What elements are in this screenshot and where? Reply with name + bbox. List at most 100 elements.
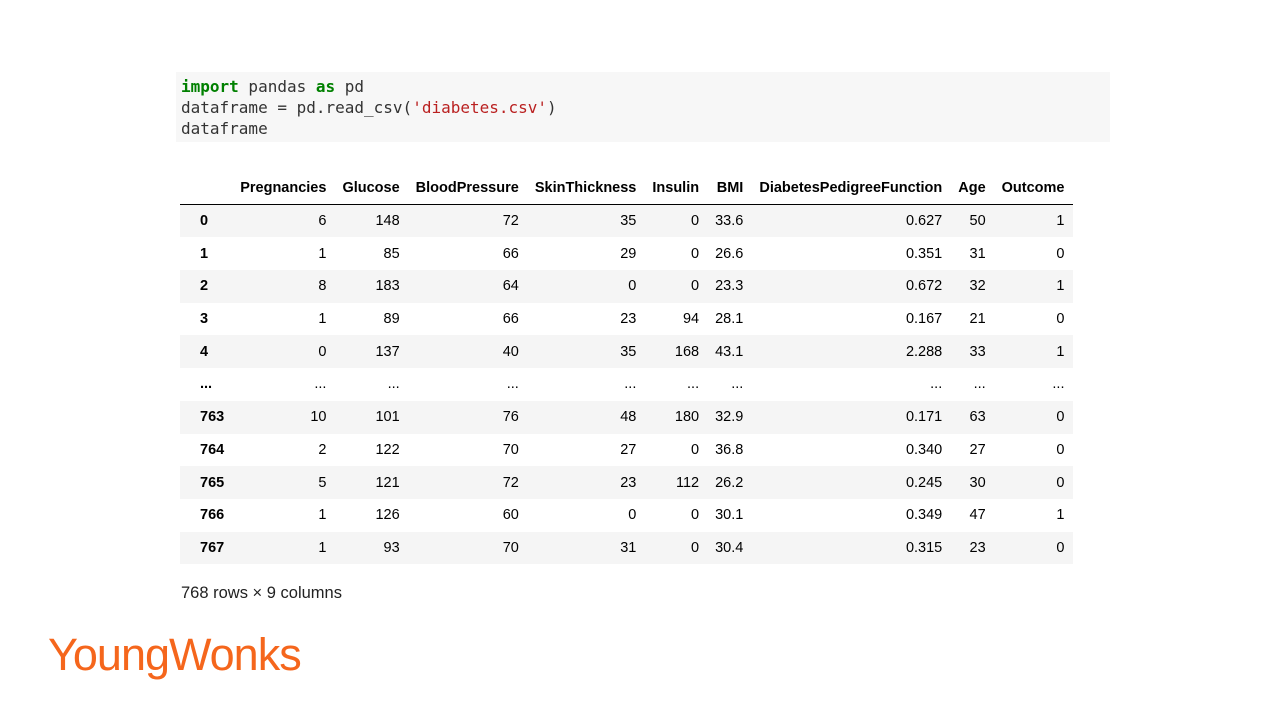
slide: import pandas as pd dataframe = pd.read_…	[0, 0, 1280, 720]
table-cell: 0	[691, 507, 700, 524]
table-cell: 32	[969, 278, 986, 295]
table-cell: ...	[624, 376, 637, 393]
table-cell: 27	[969, 441, 986, 458]
table-cell: 85	[383, 245, 400, 262]
table-cell: 60	[502, 507, 519, 524]
table-cell: 168	[674, 343, 700, 360]
table-cell: 180	[674, 409, 700, 426]
row-index: 767	[200, 539, 225, 556]
column-header: BloodPressure	[407, 172, 527, 206]
table-cell: 0	[1056, 474, 1065, 491]
table-cell: 0.672	[905, 278, 943, 295]
table-cell: 0	[691, 539, 700, 556]
table-cell: 0.245	[905, 474, 943, 491]
table-row: 763 10 101 76 48 180 32.9 0.171 63 0	[180, 400, 1073, 434]
table-cell: 72	[502, 474, 519, 491]
table-cell: 122	[375, 441, 400, 458]
table-cell: 89	[383, 311, 400, 328]
table-cell: 66	[502, 311, 519, 328]
table-cell: 0.627	[905, 213, 943, 230]
table-row: 764 2 122 70 27 0 36.8 0.340 27 0	[180, 433, 1073, 467]
row-index: ...	[200, 376, 213, 393]
table-cell: 29	[620, 245, 637, 262]
table-cell: 0.167	[905, 311, 943, 328]
table-cell: 0	[1056, 245, 1065, 262]
table-cell: 66	[502, 245, 519, 262]
table-cell: 72	[502, 213, 519, 230]
table-cell: 0	[1056, 311, 1065, 328]
code-text: pd	[335, 77, 365, 96]
table-cell: 23	[969, 539, 986, 556]
row-index: 764	[200, 441, 225, 458]
row-index: 1	[200, 245, 209, 262]
table-cell: 50	[969, 213, 986, 230]
table-cell: 0.340	[905, 441, 943, 458]
code-line-dataframe: dataframe	[181, 119, 268, 138]
table-cell: 112	[675, 474, 700, 491]
table-cell: ...	[387, 376, 400, 393]
code-text: )	[547, 98, 557, 117]
column-header: Pregnancies	[232, 172, 335, 206]
table-cell: 28.1	[715, 311, 744, 328]
table-cell: 23	[620, 474, 637, 491]
table-row: 765 5 121 72 23 112 26.2 0.245 30 0	[180, 466, 1073, 499]
column-header: DiabetesPedigreeFunction	[751, 172, 951, 206]
table-cell: 0	[1056, 409, 1065, 426]
table-cell: 1	[318, 507, 327, 524]
table-cell: 33	[969, 343, 986, 360]
table-cell: 94	[682, 311, 700, 328]
row-index: 4	[200, 343, 209, 360]
table-cell: 27	[620, 441, 637, 458]
keyword-as: as	[315, 77, 336, 96]
dataframe-shape-note: 768 rows × 9 columns	[181, 584, 342, 602]
table-cell: ...	[973, 376, 986, 393]
table-cell: 30.1	[715, 507, 744, 524]
table-cell: 148	[375, 213, 400, 230]
table-cell: 1	[318, 245, 327, 262]
string-literal: 'diabetes.csv'	[412, 98, 548, 117]
table-cell: 1	[1056, 278, 1065, 295]
table-cell: 1	[1056, 213, 1065, 230]
table-cell: ...	[731, 376, 744, 393]
table-cell: 1	[1056, 343, 1065, 360]
table-cell: 121	[375, 474, 400, 491]
youngwonks-logo: YoungWonks	[48, 629, 302, 680]
table-cell: 48	[620, 409, 637, 426]
table-cell: 70	[502, 441, 519, 458]
table-cell: 31	[620, 539, 637, 556]
table-cell: 31	[969, 245, 986, 262]
table-cell: 0	[1056, 441, 1065, 458]
column-header: Glucose	[334, 172, 408, 206]
table-body: 0 6 148 72 35 0 33.6 0.627 50 1 1 1 85 66 29 0 26.6 0.351…	[180, 204, 1073, 565]
table-cell: 33.6	[715, 213, 744, 230]
table-cell: 183	[375, 278, 400, 295]
table-cell: 76	[502, 409, 519, 426]
column-header: Insulin	[644, 172, 708, 206]
row-index: 3	[200, 311, 209, 328]
code-cell[interactable]: import pandas as pd dataframe = pd.read_…	[176, 72, 1110, 142]
table-cell: ...	[314, 376, 327, 393]
table-cell: ...	[930, 376, 943, 393]
table-row: 2 8 183 64 0 0 23.3 0.672 32 1	[180, 270, 1073, 303]
table-cell: 36.8	[715, 441, 744, 458]
code-text: dataframe = pd.read_csv(	[181, 98, 413, 117]
table-row: 0 6 148 72 35 0 33.6 0.627 50 1	[180, 204, 1073, 238]
table-cell: 126	[375, 507, 400, 524]
table-row: 766 1 126 60 0 0 30.1 0.349 47 1	[180, 498, 1073, 532]
table-cell: 0	[628, 507, 637, 524]
table-cell: 0	[691, 278, 700, 295]
table-cell: 5	[318, 474, 327, 491]
table-cell: ...	[687, 376, 700, 393]
table-cell: 70	[502, 539, 519, 556]
table-row: ..............................	[180, 368, 1073, 401]
table-cell: 0	[691, 213, 700, 230]
table-cell: 93	[383, 539, 400, 556]
dataframe-table: Pregnancies Glucose BloodPressure SkinThick…	[180, 172, 1073, 565]
table-cell: 0	[691, 441, 700, 458]
code-text: pandas	[238, 77, 316, 96]
code-line-read-csv: dataframe = pd.read_csv('diabetes.csv')	[181, 97, 1105, 118]
table-cell: 35	[620, 213, 637, 230]
table-cell: 30.4	[715, 539, 744, 556]
table-cell: ...	[1052, 376, 1065, 393]
table-row: 3 1 89 66 23 94 28.1 0.167 21 0	[180, 302, 1073, 336]
